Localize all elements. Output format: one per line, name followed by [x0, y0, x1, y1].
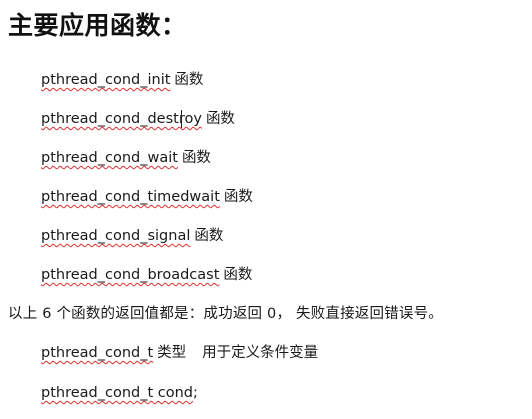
function-item: pthread_cond_broadcast 函数	[41, 261, 253, 300]
declaration-code: pthread_cond_t cond	[41, 385, 194, 401]
function-item: pthread_cond_timedwait 函数	[41, 183, 253, 222]
function-suffix: 函数	[194, 228, 224, 244]
declaration-punct: ;	[193, 385, 198, 401]
function-suffix: 函数	[223, 267, 253, 283]
type-description: 用于定义条件变量	[202, 345, 319, 361]
function-suffix: 函数	[205, 111, 235, 127]
function-item: pthread_cond_signal 函数	[41, 222, 253, 261]
function-suffix: 函数	[223, 189, 253, 205]
type-name: pthread_cond_t	[41, 345, 154, 361]
function-suffix: 函数	[174, 72, 204, 88]
function-item: pthread_cond_init 函数	[41, 66, 253, 105]
declaration-line: pthread_cond_t cond;	[41, 379, 318, 419]
type-line: pthread_cond_t 类型 用于定义条件变量	[41, 339, 318, 379]
function-suffix: 函数	[181, 150, 211, 166]
function-list: pthread_cond_init 函数 pthread_cond_destroy…	[41, 66, 253, 300]
section-heading: 主要应用函数：	[8, 11, 187, 40]
function-item: pthread_cond_destroy 函数	[41, 105, 253, 144]
type-label: 类型	[157, 345, 187, 361]
function-name: pthread_cond_broadcast	[41, 267, 220, 283]
return-value-note: 以上 6 个函数的返回值都是：成功返回 0， 失败直接返回错误号。	[8, 306, 443, 322]
text-cursor	[181, 110, 182, 128]
function-name: pthread_cond_timedwait	[41, 189, 220, 205]
type-definition-list: pthread_cond_t 类型 用于定义条件变量 pthread_cond_t …	[41, 339, 318, 419]
function-name: pthread_cond_init	[41, 72, 171, 88]
function-name: pthread_cond_destroy	[41, 111, 202, 127]
function-item: pthread_cond_wait 函数	[41, 144, 253, 183]
function-name: pthread_cond_signal	[41, 228, 191, 244]
function-name: pthread_cond_wait	[41, 150, 178, 166]
document-page: 主要应用函数： pthread_cond_init 函数 pthread_cond…	[0, 0, 532, 412]
